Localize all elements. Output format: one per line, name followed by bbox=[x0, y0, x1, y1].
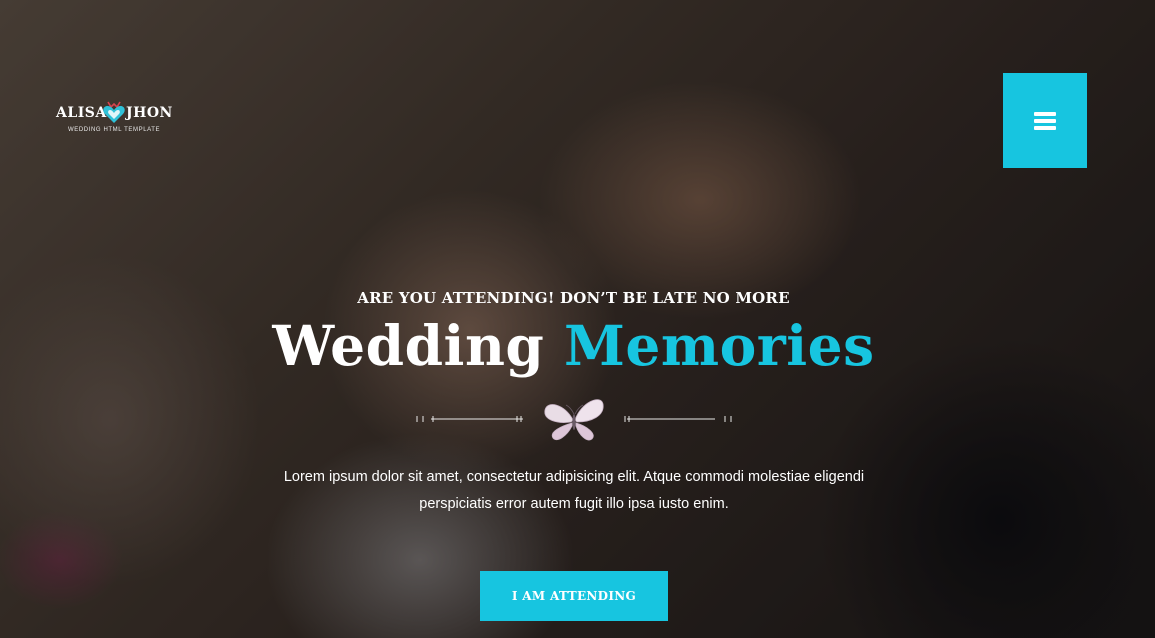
hero-title-accent: Memories bbox=[564, 313, 875, 378]
butterfly-icon bbox=[544, 399, 604, 441]
ornament-divider bbox=[416, 399, 732, 441]
hero-content: ARE YOU ATTENDING! DON’T BE LATE NO MORE… bbox=[0, 0, 1155, 638]
hero-tagline: ARE YOU ATTENDING! DON’T BE LATE NO MORE bbox=[357, 289, 790, 307]
hero-description: Lorem ipsum dolor sit amet, consectetur … bbox=[283, 469, 865, 512]
hero-title: Wedding Memories bbox=[0, 309, 1147, 383]
i-am-attending-button[interactable]: I AM ATTENDING bbox=[480, 571, 668, 621]
hero-title-main: Wedding bbox=[272, 313, 545, 378]
